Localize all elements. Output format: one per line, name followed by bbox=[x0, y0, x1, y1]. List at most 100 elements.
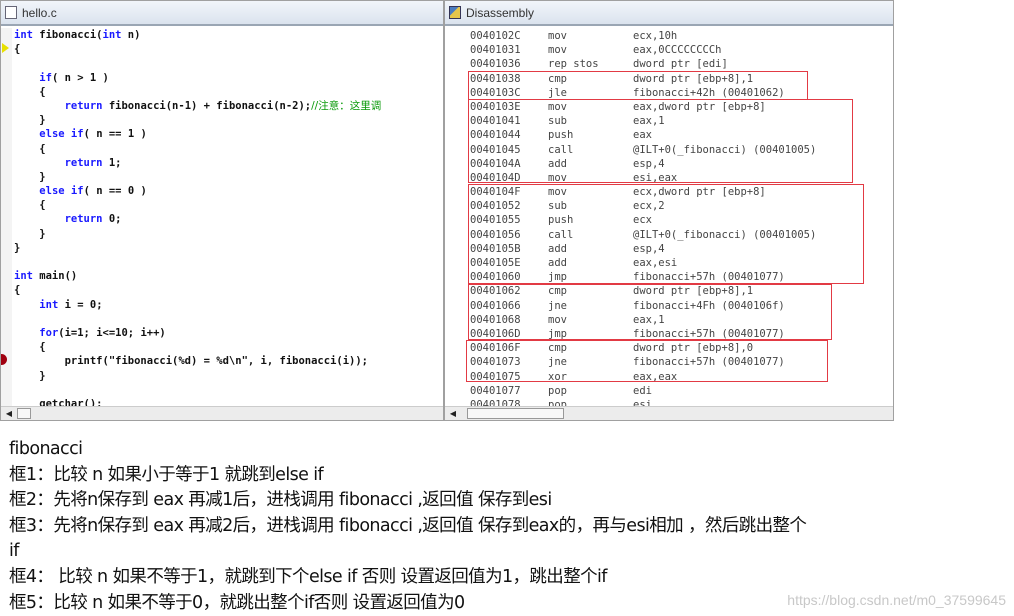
code-line: int i = 0; bbox=[14, 298, 443, 312]
code-keyword: return bbox=[64, 213, 103, 226]
code-keyword: return bbox=[64, 156, 103, 169]
code-line: { bbox=[14, 142, 443, 156]
code-line: if( n > 1 ) bbox=[14, 71, 443, 85]
code-text: 1; bbox=[102, 156, 122, 169]
code-line: getchar(); bbox=[14, 397, 443, 406]
code-text: { bbox=[14, 199, 46, 212]
highlight-box-2 bbox=[468, 99, 853, 183]
code-line: { bbox=[14, 198, 443, 212]
code-keyword: return bbox=[64, 99, 103, 112]
file-icon bbox=[5, 6, 17, 19]
code-line: } bbox=[14, 369, 443, 383]
code-line: int main() bbox=[14, 269, 443, 283]
code-line: } bbox=[14, 241, 443, 255]
code-line: } bbox=[14, 170, 443, 184]
disassembly-row[interactable]: 00401036 rep stos dword ptr [edi] bbox=[469, 57, 893, 71]
code-keyword: int bbox=[14, 270, 33, 283]
disassembly-icon bbox=[449, 6, 461, 19]
mnemonic: rep stos bbox=[548, 58, 599, 71]
address: 0040102C bbox=[470, 30, 521, 42]
code-line: } bbox=[14, 113, 443, 127]
code-text: } bbox=[14, 114, 46, 127]
code-text: fibonacci(n-1) + fibonacci(n-2); bbox=[102, 99, 312, 112]
highlight-box-4 bbox=[468, 284, 832, 340]
code-text: } bbox=[14, 227, 46, 240]
code-comment: //注意：这里调 bbox=[311, 99, 382, 112]
mnemonic: pop bbox=[548, 384, 567, 397]
operands: dword ptr [edi] bbox=[633, 58, 728, 71]
editor-titlebar[interactable]: hello.c bbox=[1, 1, 443, 26]
note-line: 框1：比较 n 如果小于等于1 就跳到else if bbox=[9, 464, 324, 485]
code-text: } bbox=[14, 369, 46, 382]
code-line: { bbox=[14, 42, 443, 56]
address: 00401036 bbox=[470, 58, 521, 71]
code-line: else if( n == 1 ) bbox=[14, 127, 443, 141]
disassembly-row[interactable]: 0040102C mov ecx,10h bbox=[469, 29, 893, 43]
horizontal-scrollbar[interactable]: ◀ bbox=[445, 406, 893, 420]
code-text: printf("fibonacci(%d) = %d\n", i, fibona… bbox=[14, 355, 369, 368]
code-keyword: int bbox=[102, 29, 122, 41]
scroll-left-icon[interactable]: ◀ bbox=[447, 408, 459, 420]
code-line: } bbox=[14, 227, 443, 241]
code-line: return fibonacci(n-1) + fibonacci(n-2);/… bbox=[14, 99, 443, 113]
note-line: if bbox=[9, 541, 19, 562]
scroll-thumb[interactable] bbox=[17, 408, 31, 419]
code-line: printf("fibonacci(%d) = %d\n", i, fibona… bbox=[14, 354, 443, 368]
address: 00401077 bbox=[470, 384, 521, 397]
code-line: else if( n == 0 ) bbox=[14, 184, 443, 198]
highlight-box-1 bbox=[468, 71, 808, 100]
address: 00401031 bbox=[470, 44, 521, 57]
code-text: main() bbox=[32, 270, 78, 283]
horizontal-scrollbar[interactable]: ◀ bbox=[1, 406, 443, 420]
operands: ecx,10h bbox=[633, 30, 678, 42]
note-line: 框2：先将n保存到 eax 再减1后，进栈调用 fibonacci ,返回值 保… bbox=[9, 490, 552, 511]
code-keyword: else if bbox=[39, 185, 84, 198]
note-line: fibonacci bbox=[9, 439, 83, 459]
scroll-left-icon[interactable]: ◀ bbox=[3, 408, 15, 420]
disassembly-titlebar[interactable]: Disassembly bbox=[445, 1, 893, 26]
disassembly-row[interactable]: 00401077 pop edi bbox=[469, 384, 893, 398]
operands: eax,0CCCCCCCCh bbox=[633, 44, 722, 57]
disassembly-row[interactable]: 00401031 mov eax,0CCCCCCCCh bbox=[469, 43, 893, 57]
code-line: int fibonacci(int n) bbox=[14, 28, 443, 42]
mnemonic: mov bbox=[548, 44, 567, 57]
editor-gutter[interactable] bbox=[1, 28, 12, 406]
watermark: https://blog.csdn.net/m0_37599645 bbox=[787, 592, 1006, 608]
note-line: 框4： 比较 n 如果不等于1，就跳到下个else if 否则 设置返回值为1，… bbox=[9, 566, 607, 587]
code-keyword: if bbox=[39, 71, 52, 84]
code-text: ( n > 1 ) bbox=[51, 71, 109, 84]
code-text: { bbox=[14, 85, 46, 98]
code-line: { bbox=[14, 283, 443, 297]
disassembly-title: Disassembly bbox=[466, 5, 535, 20]
code-text: i = 0; bbox=[58, 298, 103, 311]
disassembly-window: Disassembly 0040102C mov ecx,10h 00401031 mo… bbox=[444, 0, 894, 421]
code-text: { bbox=[14, 284, 21, 297]
note-line: 框5：比较 n 如果不等于0，就跳出整个if否则 设置返回值为0 bbox=[9, 592, 465, 613]
code-text: { bbox=[14, 43, 21, 56]
code-keyword: int bbox=[14, 29, 33, 41]
scroll-thumb[interactable] bbox=[467, 408, 564, 419]
current-line-arrow-icon bbox=[2, 43, 9, 53]
code-text: ( n == 0 ) bbox=[83, 185, 147, 198]
code-keyword: for bbox=[39, 326, 59, 339]
code-line: for(i=1; i<=10; i++) bbox=[14, 326, 443, 340]
code-keyword: else if bbox=[39, 128, 84, 141]
highlight-box-3 bbox=[468, 184, 864, 284]
code-line: { bbox=[14, 85, 443, 99]
code-text: (i=1; i<=10; i++) bbox=[58, 326, 166, 339]
source-editor-window: hello.c int fibonacci(int n){ if( n > 1 … bbox=[0, 0, 444, 421]
code-text: fibonacci( bbox=[32, 29, 103, 41]
code-area[interactable]: int fibonacci(int n){ if( n > 1 ) { retu… bbox=[14, 28, 443, 406]
code-text: ( n == 1 ) bbox=[83, 128, 147, 141]
